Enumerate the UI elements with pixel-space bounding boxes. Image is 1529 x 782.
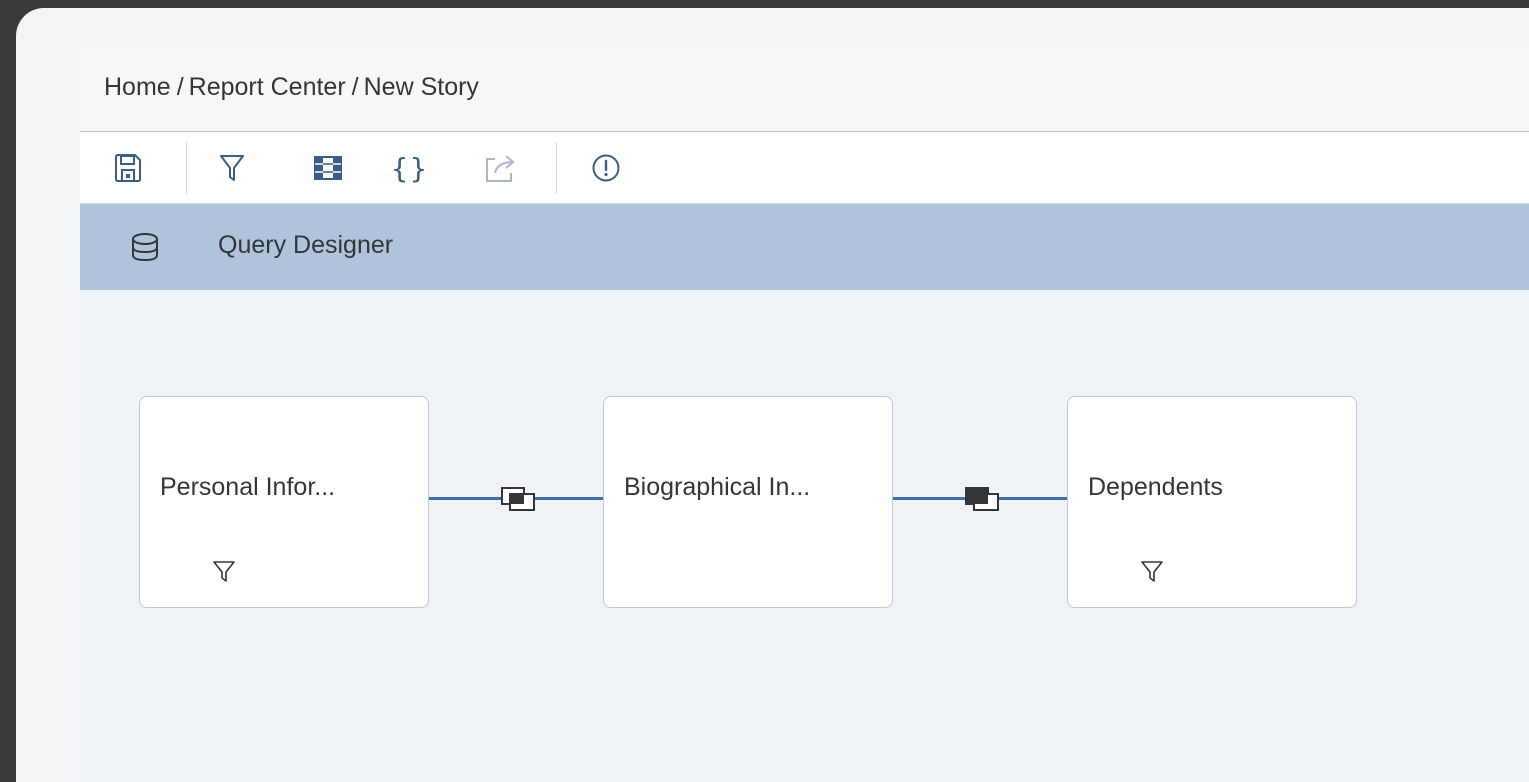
breadcrumb-new-story: New Story bbox=[363, 73, 479, 101]
breadcrumb-separator: / bbox=[176, 73, 184, 101]
query-canvas: Personal Infor... Biographical In... Dep… bbox=[80, 290, 1529, 782]
save-icon bbox=[115, 154, 141, 182]
breadcrumb-separator: / bbox=[351, 73, 359, 101]
breadcrumb-home[interactable]: Home bbox=[104, 73, 171, 102]
table-node-biographical-information[interactable]: Biographical In... bbox=[603, 396, 893, 608]
app-window: Home / Report Center / New Story {} Quer… bbox=[16, 8, 1529, 782]
filter-button[interactable] bbox=[210, 146, 254, 190]
filter-icon bbox=[220, 155, 244, 181]
export-button[interactable] bbox=[478, 146, 522, 190]
breadcrumb: Home / Report Center / New Story bbox=[80, 44, 1529, 132]
columns-button[interactable] bbox=[306, 146, 350, 190]
table-node-dependents[interactable]: Dependents bbox=[1067, 396, 1357, 608]
table-node-personal-information[interactable]: Personal Infor... bbox=[139, 396, 429, 608]
toolbar-separator bbox=[186, 142, 187, 194]
join-icon[interactable] bbox=[964, 486, 1002, 514]
validate-button[interactable] bbox=[584, 146, 628, 190]
filter-icon[interactable] bbox=[212, 559, 236, 583]
breadcrumb-report-center[interactable]: Report Center bbox=[189, 73, 346, 102]
query-designer-header: Query Designer bbox=[80, 204, 1529, 290]
save-button[interactable] bbox=[106, 146, 150, 190]
formula-button[interactable]: {} bbox=[388, 146, 432, 190]
filter-icon[interactable] bbox=[1140, 559, 1164, 583]
node-label: Personal Infor... bbox=[160, 473, 336, 501]
node-label: Biographical In... bbox=[624, 473, 811, 501]
alert-circle-icon bbox=[592, 154, 620, 182]
database-icon bbox=[132, 233, 158, 262]
braces-icon: {} bbox=[391, 151, 429, 185]
join-icon[interactable] bbox=[500, 486, 538, 514]
node-label: Dependents bbox=[1088, 473, 1223, 501]
share-icon bbox=[486, 155, 515, 182]
toolbar-separator bbox=[556, 142, 557, 194]
toolbar: {} bbox=[80, 132, 1529, 204]
section-title: Query Designer bbox=[218, 231, 394, 259]
columns-icon bbox=[314, 156, 342, 180]
